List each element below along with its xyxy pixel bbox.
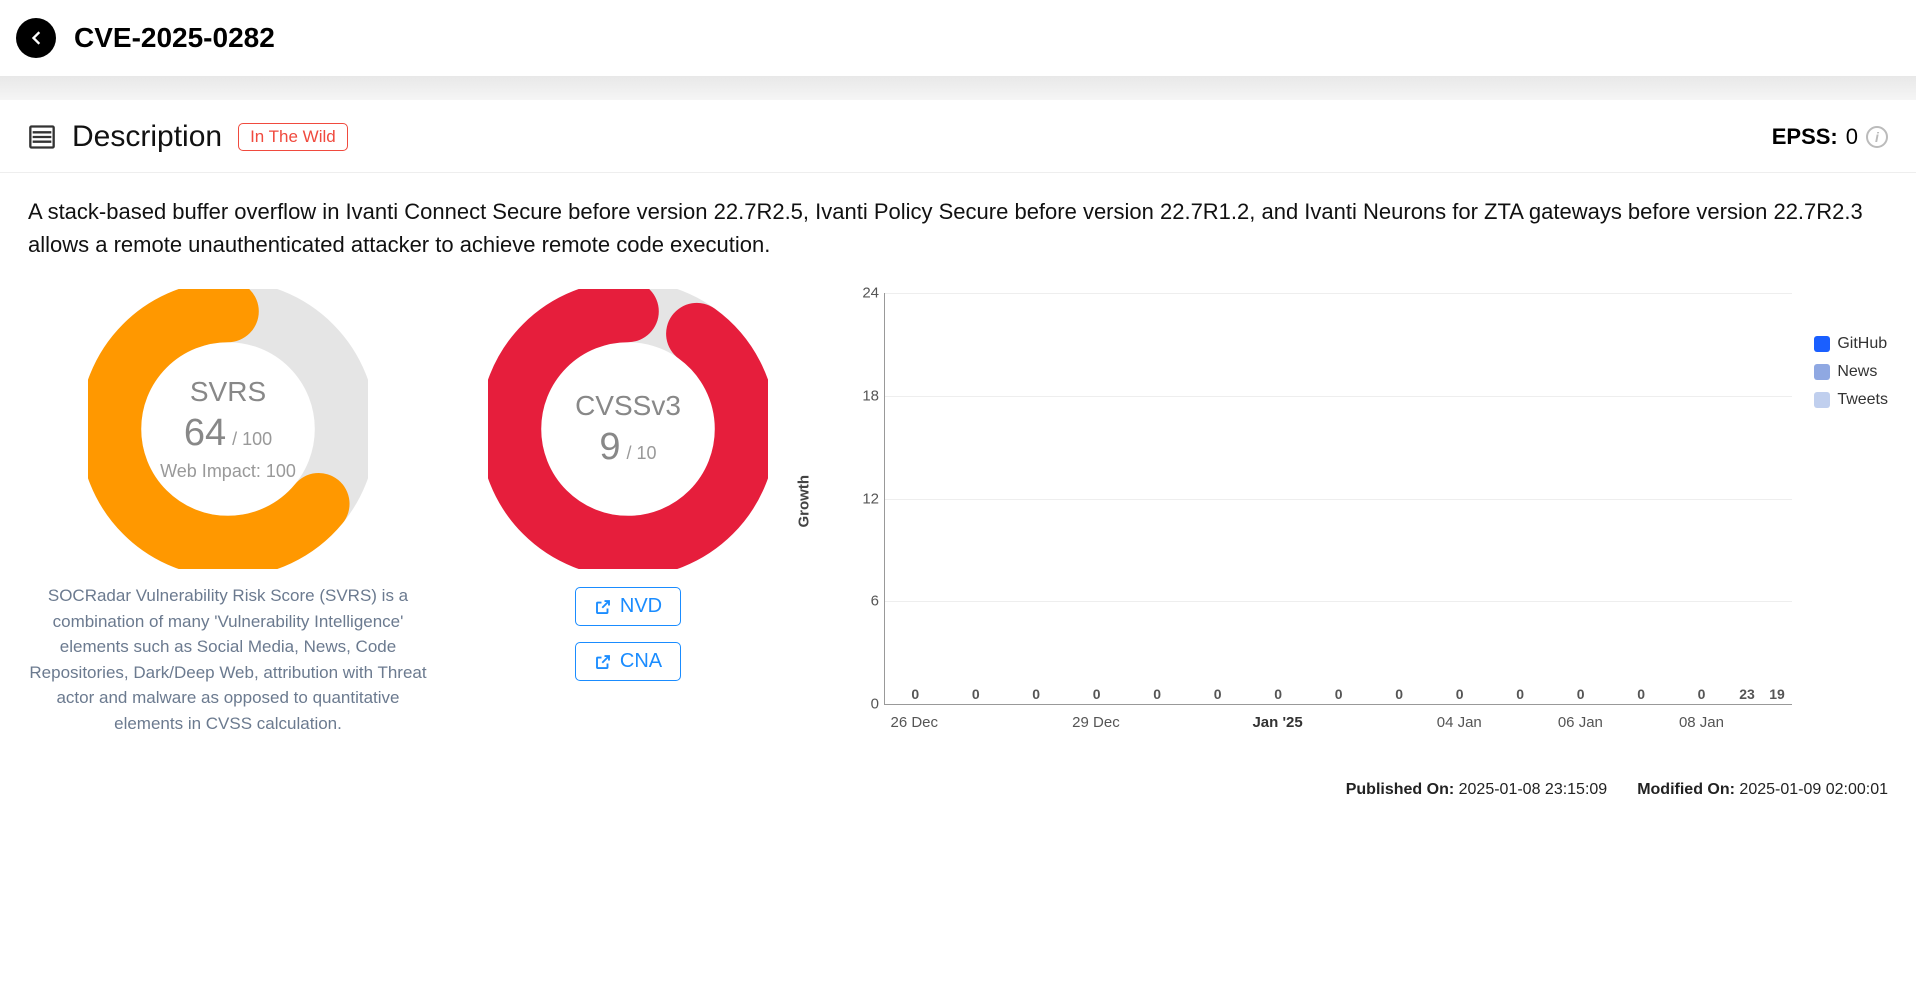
chart-legend: GitHub News Tweets xyxy=(1814,289,1888,749)
page-header: CVE-2025-0282 xyxy=(0,0,1916,76)
y-axis-label: Growth xyxy=(796,475,813,528)
nvd-link-button[interactable]: NVD xyxy=(575,587,681,626)
growth-chart-column: Growth 06121824000000000000002319 26 Dec… xyxy=(828,289,1888,749)
status-badge: In The Wild xyxy=(238,123,348,151)
svrs-max: / 100 xyxy=(232,429,272,450)
page-title: CVE-2025-0282 xyxy=(74,22,275,54)
external-link-icon xyxy=(594,598,612,616)
svrs-description: SOCRadar Vulnerability Risk Score (SVRS)… xyxy=(28,583,428,736)
info-icon[interactable]: i xyxy=(1866,126,1888,148)
modified-label: Modified On: xyxy=(1637,781,1735,798)
cvss-links: NVD CNA xyxy=(488,587,768,681)
cvss-block: CVSSv3 9 / 10 NVD CNA xyxy=(488,289,768,749)
growth-chart: Growth 06121824000000000000002319 26 Dec… xyxy=(828,289,1802,749)
header-divider xyxy=(0,76,1916,100)
external-link-icon xyxy=(594,653,612,671)
back-button[interactable] xyxy=(16,18,56,58)
description-text: A stack-based buffer overflow in Ivanti … xyxy=(0,173,1916,289)
published-value: 2025-01-08 23:15:09 xyxy=(1459,781,1608,798)
cna-link-button[interactable]: CNA xyxy=(575,642,681,681)
svrs-name: SVRS xyxy=(190,376,266,408)
modified-value: 2025-01-09 02:00:01 xyxy=(1739,781,1888,798)
legend-item[interactable]: GitHub xyxy=(1814,335,1888,353)
svrs-value: 64 xyxy=(184,412,226,455)
cvss-gauge: CVSSv3 9 / 10 xyxy=(488,289,768,569)
svrs-sub: Web Impact: 100 xyxy=(160,461,296,482)
metrics-row: SVRS 64 / 100 Web Impact: 100 SOCRadar V… xyxy=(0,289,1916,769)
cvss-value: 9 xyxy=(599,426,620,469)
list-icon xyxy=(28,123,56,151)
arrow-left-icon xyxy=(26,28,46,48)
chart-plot-area: 06121824000000000000002319 xyxy=(884,293,1792,705)
published-label: Published On: xyxy=(1346,781,1454,798)
svrs-gauge: SVRS 64 / 100 Web Impact: 100 xyxy=(88,289,368,569)
legend-item[interactable]: Tweets xyxy=(1814,391,1888,409)
cvss-name: CVSSv3 xyxy=(575,390,681,422)
legend-item[interactable]: News xyxy=(1814,363,1888,381)
epss-value: 0 xyxy=(1846,124,1858,150)
svrs-block: SVRS 64 / 100 Web Impact: 100 SOCRadar V… xyxy=(28,289,428,749)
description-section-header: Description In The Wild EPSS: 0 i xyxy=(0,100,1916,173)
section-title: Description xyxy=(72,120,222,154)
cvss-max: / 10 xyxy=(627,443,657,464)
metadata-row: Published On: 2025-01-08 23:15:09 Modifi… xyxy=(0,769,1916,819)
epss-label: EPSS: xyxy=(1772,124,1838,150)
